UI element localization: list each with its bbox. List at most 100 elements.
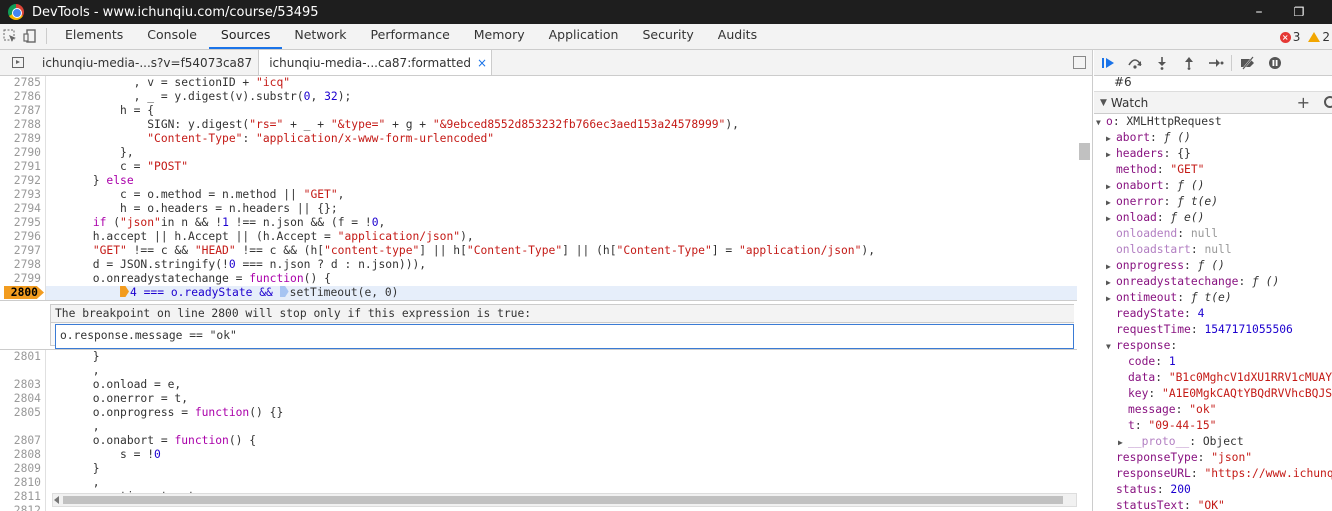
line-number[interactable]: 2805 <box>0 406 46 420</box>
code-line[interactable]: , <box>0 420 1092 434</box>
tab-memory[interactable]: Memory <box>462 23 537 49</box>
line-number[interactable]: 2809 <box>0 462 46 476</box>
conditional-breakpoint-marker[interactable]: 2800 <box>4 286 44 299</box>
code-line[interactable]: 2785 , v = sectionID + "icq" <box>0 76 1092 90</box>
tab-security[interactable]: Security <box>630 23 705 49</box>
line-number[interactable]: 2788 <box>0 118 46 132</box>
close-tab-icon[interactable]: × <box>477 56 487 70</box>
line-number[interactable]: 2799 <box>0 272 46 286</box>
code-line[interactable]: 2805 o.onprogress = function() {} <box>0 406 1092 420</box>
tab-network[interactable]: Network <box>282 23 358 49</box>
line-number[interactable]: 2811 <box>0 490 46 504</box>
toggle-navigator-icon[interactable] <box>0 50 36 75</box>
watch-property[interactable]: requestTime: 1547171055506 <box>1094 322 1332 338</box>
code-line[interactable]: 2804 o.onerror = t, <box>0 392 1092 406</box>
code-line[interactable]: 2810 , <box>0 476 1092 490</box>
tab-elements[interactable]: Elements <box>53 23 135 49</box>
issue-counts[interactable]: × 3 2 <box>1279 24 1332 50</box>
step-over-icon[interactable] <box>1121 50 1148 76</box>
watch-property[interactable]: ▶ onreadystatechange: ƒ () <box>1094 274 1332 290</box>
scroll-left-icon[interactable] <box>54 496 59 504</box>
expand-triangle-icon[interactable]: ▶ <box>1106 195 1116 211</box>
refresh-watch-icon[interactable] <box>1324 96 1332 108</box>
watch-property[interactable]: ▶ ontimeout: ƒ t(e) <box>1094 290 1332 306</box>
code-line[interactable]: 2807 o.onabort = function() { <box>0 434 1092 448</box>
code-line[interactable]: 2788 SIGN: y.digest("rs=" + _ + "&type="… <box>0 118 1092 132</box>
line-number[interactable]: 2810 <box>0 476 46 490</box>
resume-icon[interactable] <box>1094 50 1121 76</box>
line-number[interactable]: 2786 <box>0 90 46 104</box>
toggle-debugger-icon[interactable] <box>1073 56 1086 69</box>
watch-section-header[interactable]: ▼ Watch + <box>1094 92 1332 114</box>
vertical-scrollbar[interactable] <box>1077 76 1092 511</box>
inline-breakpoint-active-icon[interactable] <box>120 286 130 297</box>
watch-property[interactable]: ▶ abort: ƒ () <box>1094 130 1332 146</box>
expand-triangle-icon[interactable]: ▶ <box>1106 275 1116 291</box>
code-line[interactable]: 2808 s = !0 <box>0 448 1092 462</box>
code-line[interactable]: 2789 "Content-Type": "application/x-www-… <box>0 132 1092 146</box>
expand-triangle-icon[interactable]: ▶ <box>1106 259 1116 275</box>
step-icon[interactable] <box>1202 50 1229 76</box>
line-number[interactable]: 2789 <box>0 132 46 146</box>
expand-triangle-icon[interactable]: ▶ <box>1106 291 1116 307</box>
watch-property[interactable]: onloadend: null <box>1094 226 1332 242</box>
restore-button[interactable]: ❐ <box>1279 0 1319 24</box>
watch-property[interactable]: t: "09-44-15" <box>1094 418 1332 434</box>
expanded-triangle-icon[interactable]: ▼ <box>1106 339 1116 355</box>
code-line[interactable]: 2793 c = o.method = n.method || "GET", <box>0 188 1092 202</box>
scroll-thumb[interactable] <box>1079 143 1090 160</box>
watch-property[interactable]: message: "ok" <box>1094 402 1332 418</box>
tab-performance[interactable]: Performance <box>359 23 462 49</box>
code-line[interactable]: 2796 h.accept || h.Accept || (h.Accept =… <box>0 230 1092 244</box>
expand-triangle-icon[interactable]: ▶ <box>1106 131 1116 147</box>
inline-breakpoint-inactive-icon[interactable] <box>279 286 289 297</box>
watch-property[interactable]: ▶ __proto__: Object <box>1094 434 1332 450</box>
watch-property[interactable]: code: 1 <box>1094 354 1332 370</box>
code-line[interactable]: 2786 , _ = y.digest(v).substr(0, 32); <box>0 90 1092 104</box>
watch-property[interactable]: data: "B1c0MghcV1dXU1RRV1cMUAYE <box>1094 370 1332 386</box>
line-number[interactable]: 2812 <box>0 504 46 511</box>
code-view[interactable]: 2785 , v = sectionID + "icq" 2786 , _ = y… <box>0 76 1092 511</box>
code-line[interactable]: 2803 o.onload = e, <box>0 378 1092 392</box>
line-number[interactable]: 2796 <box>0 230 46 244</box>
line-number[interactable]: 2808 <box>0 448 46 462</box>
code-line[interactable]: 2787 h = { <box>0 104 1092 118</box>
code-line[interactable]: 2798 d = JSON.stringify(!0 === n.json ? … <box>0 258 1092 272</box>
file-tab-minified[interactable]: ichunqiu-media-...s?v=f54073ca87 <box>36 50 258 75</box>
watch-property[interactable]: responseType: "json" <box>1094 450 1332 466</box>
code-line[interactable]: 2797 "GET" !== c && "HEAD" !== c && (h["… <box>0 244 1092 258</box>
pause-on-exceptions-icon[interactable] <box>1261 50 1288 76</box>
line-number[interactable]: 2790 <box>0 146 46 160</box>
expand-triangle-icon[interactable]: ▶ <box>1106 179 1116 195</box>
tab-application[interactable]: Application <box>537 23 631 49</box>
watch-property[interactable]: readyState: 4 <box>1094 306 1332 322</box>
add-watch-icon[interactable]: + <box>1297 93 1310 112</box>
line-number[interactable]: 2798 <box>0 258 46 272</box>
watch-property[interactable]: ▼ response: <box>1094 338 1332 354</box>
watch-property[interactable]: ▶ onerror: ƒ t(e) <box>1094 194 1332 210</box>
condition-input[interactable]: o.response.message == "ok" <box>55 324 1074 349</box>
watch-property[interactable]: ▶ onprogress: ƒ () <box>1094 258 1332 274</box>
line-number[interactable]: 2801 <box>0 350 46 364</box>
line-number[interactable]: 2804 <box>0 392 46 406</box>
watch-expression[interactable]: ▼ o: XMLHttpRequest <box>1094 114 1332 130</box>
expanded-triangle-icon[interactable]: ▼ <box>1096 115 1106 131</box>
line-number[interactable]: 2792 <box>0 174 46 188</box>
code-line[interactable]: 2794 h = o.headers = n.headers || {}; <box>0 202 1092 216</box>
watch-property[interactable]: responseURL: "https://www.ichunqiu <box>1094 466 1332 482</box>
code-line[interactable]: 2791 c = "POST" <box>0 160 1092 174</box>
tab-audits[interactable]: Audits <box>706 23 769 49</box>
inspect-element-icon[interactable] <box>0 23 20 49</box>
watch-property[interactable]: statusText: "OK" <box>1094 498 1332 511</box>
code-line[interactable]: 2799 o.onreadystatechange = function() { <box>0 272 1092 286</box>
line-gutter[interactable]: 2800 <box>0 286 46 300</box>
watch-property[interactable]: method: "GET" <box>1094 162 1332 178</box>
horizontal-scrollbar[interactable] <box>52 493 1077 507</box>
tab-sources[interactable]: Sources <box>208 23 283 49</box>
expand-triangle-icon[interactable]: ▶ <box>1106 147 1116 163</box>
line-number[interactable]: 2795 <box>0 216 46 230</box>
line-number[interactable]: 2797 <box>0 244 46 258</box>
line-number[interactable]: 2793 <box>0 188 46 202</box>
code-line[interactable]: , <box>0 364 1092 378</box>
line-number[interactable]: 2803 <box>0 378 46 392</box>
